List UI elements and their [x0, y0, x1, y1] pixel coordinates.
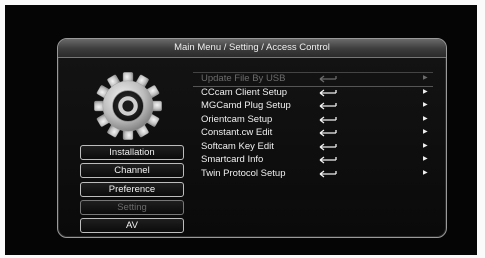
menu-item-av[interactable]: AV — [80, 218, 184, 234]
list-item-label: MGCamd Plug Setup — [201, 100, 291, 111]
menu-item-preference[interactable]: Preference — [80, 181, 184, 197]
list-item-constant-cw-edit[interactable]: Constant.cw Edit ▶ — [193, 126, 433, 140]
chevron-right-icon: ▶ — [423, 129, 428, 135]
enter-arrow-icon — [319, 115, 337, 124]
access-control-list: Update File By USB ▶ CCcam Client Setup … — [193, 72, 433, 180]
chevron-right-icon: ▶ — [423, 102, 428, 108]
enter-arrow-icon — [319, 169, 337, 178]
access-control-window: Main Menu / Setting / Access Control Ins… — [57, 38, 447, 238]
settings-gear-icon — [94, 72, 162, 140]
chevron-right-icon: ▶ — [423, 169, 428, 176]
menu-item-channel[interactable]: Channel — [80, 163, 184, 179]
list-item-twin-protocol-setup[interactable]: Twin Protocol Setup ▶ — [193, 167, 433, 181]
list-item-label: CCcam Client Setup — [201, 86, 288, 98]
tv-screen: Main Menu / Setting / Access Control Ins… — [5, 5, 477, 255]
list-item-label: Constant.cw Edit — [201, 127, 273, 138]
list-item-update-file-by-usb[interactable]: Update File By USB ▶ — [193, 72, 433, 86]
left-menu: Installation Channel Preference Setting … — [80, 145, 184, 236]
list-item-mgcamd-plug-setup[interactable]: MGCamd Plug Setup ▶ — [193, 99, 433, 113]
list-item-orientcam-setup[interactable]: Orientcam Setup ▶ — [193, 113, 433, 127]
title-bar: Main Menu / Setting / Access Control — [58, 39, 446, 58]
menu-item-installation[interactable]: Installation — [80, 145, 184, 160]
chevron-right-icon: ▶ — [423, 115, 428, 122]
chevron-right-icon: ▶ — [423, 156, 428, 162]
list-item-softcam-key-edit[interactable]: Softcam Key Edit ▶ — [193, 140, 433, 154]
enter-arrow-icon — [319, 75, 337, 83]
list-item-smartcard-info[interactable]: Smartcard Info ▶ — [193, 153, 433, 167]
list-item-label: Softcam Key Edit — [201, 140, 274, 152]
list-item-label: Smartcard Info — [201, 154, 264, 165]
list-item-cccam-client-setup[interactable]: CCcam Client Setup ▶ — [193, 86, 433, 100]
enter-arrow-icon — [319, 129, 337, 137]
menu-item-setting[interactable]: Setting — [80, 199, 184, 215]
chevron-right-icon: ▶ — [423, 142, 428, 149]
enter-arrow-icon — [319, 88, 337, 97]
chevron-right-icon: ▶ — [423, 88, 428, 95]
list-item-label: Update File By USB — [201, 73, 286, 84]
list-item-label: Twin Protocol Setup — [201, 167, 286, 179]
enter-arrow-icon — [319, 156, 337, 164]
enter-arrow-icon — [319, 102, 337, 110]
enter-arrow-icon — [319, 142, 337, 151]
list-item-label: Orientcam Setup — [201, 113, 273, 125]
chevron-right-icon: ▶ — [423, 75, 428, 81]
